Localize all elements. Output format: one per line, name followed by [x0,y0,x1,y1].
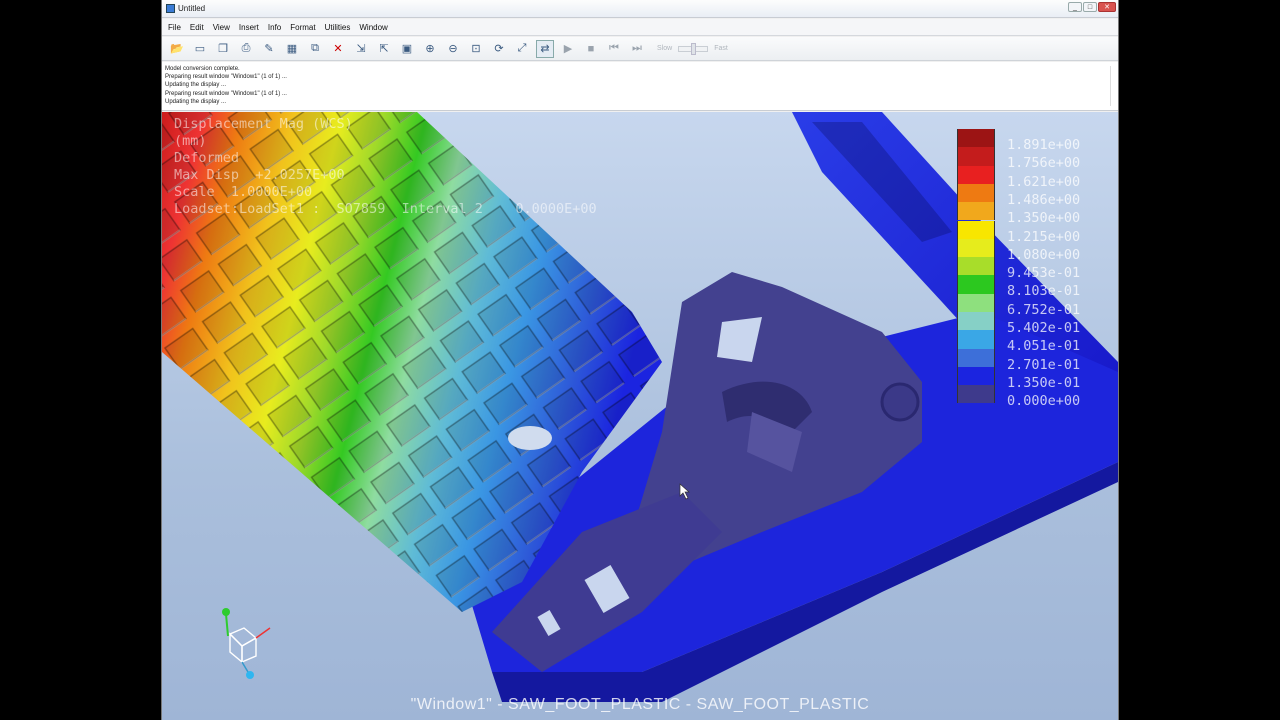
log-line: Updating the display ... [165,98,227,105]
app-icon [166,4,175,13]
legend-value: 4.051e-01 [1007,338,1081,355]
legend-swatch [957,293,995,312]
speed-slow-label: Slow [657,45,673,52]
menu-window[interactable]: Window [359,23,387,32]
menu-format[interactable]: Format [290,23,315,32]
legend-swatch [957,183,995,203]
stop-icon[interactable]: ■ [582,40,600,58]
result-info: Displacement Mag (WCS) (mm) Deformed Max… [174,116,597,218]
open-icon[interactable]: 📂 [168,40,186,58]
log-line: Preparing result window "Window1" (1 of … [165,90,287,97]
menu-bar: File Edit View Insert Info Format Utilit… [162,19,1118,36]
result-units: (mm) [174,133,207,149]
window-footer-title: "Window1" - SAW_FOOT_PLASTIC - SAW_FOOT_… [410,696,870,713]
axis-triad-icon [222,608,271,679]
legend-swatch [957,165,995,184]
legend-swatch [957,147,995,166]
copy-icon[interactable]: ❐ [214,40,232,58]
legend-value: 1.486e+00 [1007,191,1081,208]
legend-swatch [957,348,995,367]
menu-info[interactable]: Info [268,23,281,32]
menu-insert[interactable]: Insert [239,23,259,32]
log-line: Model conversion complete. [165,66,240,72]
zoom-out-icon[interactable]: ⊖ [444,40,462,58]
legend-value: 8.103e-01 [1007,283,1081,300]
print-icon[interactable]: ⎙ [237,40,255,58]
zoom-fit-icon[interactable]: ⊡ [467,40,485,58]
delete-icon[interactable]: ✕ [329,40,347,58]
legend-value: 1.215e+00 [1007,228,1081,245]
result-deformed: Deformed [174,150,240,166]
legend-swatch [957,385,995,404]
rewind-icon[interactable]: ⏮ [605,40,623,58]
legend-swatch [957,202,995,221]
result-viewport[interactable]: Displacement Mag (WCS) (mm) Deformed Max… [162,112,1118,720]
legend-value: 5.402e-01 [1007,320,1081,336]
save-icon[interactable]: ▭ [191,40,209,58]
animate-icon[interactable]: ⇄ [536,39,554,58]
application-window: Untitled _ □ ✕ File Edit View Insert Inf… [161,0,1119,720]
log-line: Updating the display ... [165,82,227,89]
result-scale: Scale 1.0000E+00 [174,184,313,200]
show-icon[interactable]: ▦ [283,40,301,58]
legend-value: 1.621e+00 [1007,173,1081,190]
legend-swatch [957,366,995,386]
log-line: Preparing result window "Window1" (1 of … [165,74,287,81]
result-quantity: Displacement Mag (WCS) [174,116,353,132]
legend-value: 6.752e-01 [1007,301,1081,318]
speed-slider-knob[interactable] [691,42,697,55]
edit-definition-icon[interactable]: ✎ [260,40,278,58]
legend-swatch [957,129,995,148]
refit-icon[interactable]: ▣ [398,40,416,58]
orient-icon[interactable]: ⤢ [513,40,531,58]
legend-swatch [957,312,995,331]
legend-value: 9.453e-01 [1007,265,1081,282]
speed-slider[interactable] [678,42,709,55]
remove-result-icon[interactable]: ⇱ [375,40,393,58]
toolbar: 📂 ▭ ❐ ⎙ ✎ ▦ ⧉ ✕ ⇲ ⇱ ▣ ⊕ ⊖ ⊡ ⟳ ⤢ ⇄ ▶ ■ ⏮ … [162,37,1118,61]
zoom-in-icon[interactable]: ⊕ [421,40,439,58]
title-bar: Untitled _ □ ✕ [162,0,1118,18]
maximize-button[interactable]: □ [1083,2,1097,12]
result-loadset: Loadset:LoadSet1 : SO7859 Interval 2 0.0… [174,201,597,217]
menu-view[interactable]: View [213,23,230,32]
legend-value: 1.891e+00 [1007,137,1081,153]
legend-swatch [957,330,995,349]
insert-result-icon[interactable]: ⇲ [352,40,370,58]
legend-swatch [957,220,995,239]
legend-value: 1.756e+00 [1007,155,1081,172]
menu-utilities[interactable]: Utilities [325,23,351,32]
legend-value: 0.000e+00 [1007,393,1081,410]
minimize-button[interactable]: _ [1068,2,1082,12]
menu-edit[interactable]: Edit [190,23,204,32]
log-scrollbar[interactable] [1110,66,1116,106]
legend-value: 1.350e+00 [1007,210,1081,227]
window-title: Untitled [178,4,206,13]
speed-fast-label: Fast [714,45,728,52]
legend-swatch [957,275,995,294]
legend-value: 1.350e-01 [1007,374,1081,391]
message-log: Model conversion complete. Preparing res… [162,62,1118,111]
duplicate-icon[interactable]: ⧉ [306,40,324,58]
legend-swatch [957,257,995,276]
menu-file[interactable]: File [168,23,181,32]
legend-value: 1.080e+00 [1007,246,1081,263]
play-icon[interactable]: ▶ [559,40,577,58]
forward-icon[interactable]: ⏭ [628,40,646,58]
legend-value: 2.701e-01 [1007,356,1081,373]
legend-swatch [957,238,995,258]
close-button[interactable]: ✕ [1098,2,1116,12]
spin-icon[interactable]: ⟳ [490,40,508,58]
result-max-disp: Max Disp +2.0257E+00 [174,167,345,183]
